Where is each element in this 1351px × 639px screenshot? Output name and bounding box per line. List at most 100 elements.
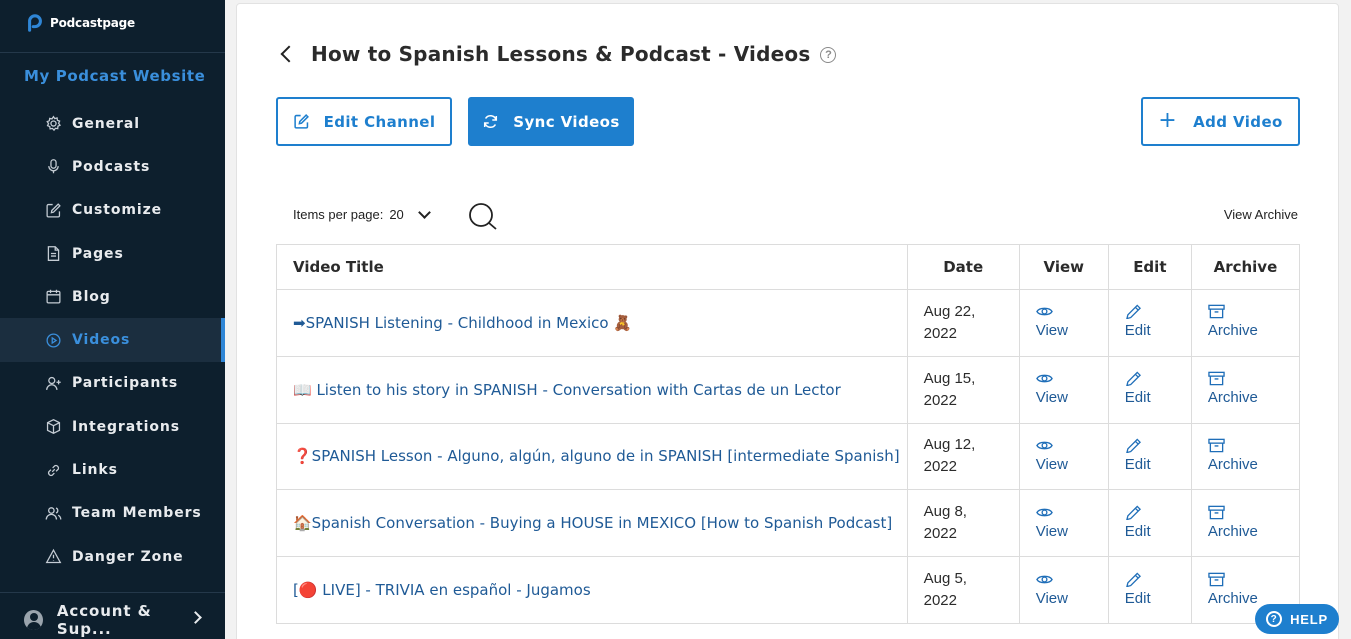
archive-box-icon [1208,371,1225,386]
sidebar-item-general[interactable]: General [0,102,225,145]
brand[interactable]: Podcastpage [26,13,135,33]
help-button[interactable]: ? HELP [1255,604,1339,634]
edit-action[interactable]: Edit [1125,572,1151,609]
edit-action[interactable]: Edit [1125,304,1151,341]
pencil-icon [1125,438,1141,453]
add-video-button[interactable]: + Add Video [1141,97,1300,146]
eye-icon [1035,508,1053,517]
edit-cell: Edit [1107,289,1192,357]
sync-icon [484,114,498,129]
items-per-page: Items per page: 20 [293,205,431,222]
date-cell: Aug 8, 2022 [906,489,1020,558]
edit-label: Edit [1124,522,1151,540]
date-year: 2022 [923,458,957,476]
video-title-cell: 📖 Listen to his story in SPANISH - Conve… [276,355,908,424]
sidebar-item-team-members[interactable]: Team Members [0,492,225,535]
help-question-icon[interactable]: ? [820,47,837,63]
view-action[interactable]: View [1036,572,1068,609]
sidebar-item-participants[interactable]: Participants [0,362,225,405]
video-title-link[interactable]: ❓SPANISH Lesson - Alguno, algún, alguno … [293,447,900,465]
sidebar-item-podcasts[interactable]: Podcasts [0,145,225,188]
archive-action[interactable]: Archive [1208,572,1258,609]
sync-videos-label: Sync Videos [513,112,620,131]
archive-action[interactable]: Archive [1208,438,1258,475]
help-label: HELP [1290,611,1328,627]
edit-action[interactable]: Edit [1125,371,1151,408]
column-header-edit: Edit [1107,244,1192,290]
avatar [24,610,43,630]
view-action[interactable]: View [1036,304,1068,341]
archive-label: Archive [1207,455,1258,473]
archive-cell: Archive [1190,422,1301,491]
main-card: How to Spanish Lessons & Podcast - Video… [236,3,1339,639]
video-title-link[interactable]: ➡SPANISH Listening - Childhood in Mexico… [293,314,632,332]
table-row: ❓SPANISH Lesson - Alguno, algún, alguno … [276,422,1301,491]
sidebar-item-videos[interactable]: Videos [0,318,225,363]
sidebar-item-pages[interactable]: Pages [0,232,225,275]
sidebar-item-links[interactable]: Links [0,448,225,491]
view-label: View [1035,589,1068,607]
plus-icon: + [1158,108,1178,133]
pencil-icon [1125,304,1141,320]
site-title[interactable]: My Podcast Website [24,67,205,85]
video-title-cell: ❓SPANISH Lesson - Alguno, algún, alguno … [276,422,908,491]
archive-action[interactable]: Archive [1208,304,1258,341]
chevron-down-icon[interactable] [417,205,431,219]
date-cell: Aug 5, 2022 [906,556,1020,624]
account-support-menu[interactable]: Account & Sup... [24,602,204,638]
sidebar-item-danger-zone[interactable]: Danger Zone [0,535,225,578]
archive-cell: Archive [1190,489,1301,558]
archive-box-icon [1208,305,1225,319]
archive-action[interactable]: Archive [1208,371,1258,408]
date-cell: Aug 12, 2022 [906,422,1020,491]
date-cell: Aug 15, 2022 [906,355,1020,424]
video-title-link[interactable]: [🔴 LIVE] - TRIVIA en español - Jugamos [293,581,591,599]
warning-icon [44,548,62,566]
video-title-cell: ➡SPANISH Listening - Childhood in Mexico… [276,289,908,357]
date-cell: Aug 22, 2022 [906,289,1020,357]
search-icon[interactable] [467,201,499,233]
eye-icon [1035,308,1053,316]
date-year: 2022 [923,525,957,543]
sidebar-item-blog[interactable]: Blog [0,275,225,318]
view-cell: View [1018,489,1109,558]
video-title-link[interactable]: 📖 Listen to his story in SPANISH - Conve… [293,381,841,399]
edit-action[interactable]: Edit [1125,438,1151,475]
edit-action[interactable]: Edit [1125,505,1151,542]
view-label: View [1035,322,1068,340]
page-title: How to Spanish Lessons & Podcast - Video… [311,42,811,66]
items-per-page-select[interactable]: 20 [389,207,403,222]
view-archive-link[interactable]: View Archive [1224,207,1298,222]
sidebar-item-label: General [72,115,140,132]
view-cell: View [1018,289,1109,357]
link-icon [44,461,62,479]
podcastpage-logo-icon [28,14,42,32]
sidebar-item-label: Links [72,462,118,479]
sidebar-item-customize[interactable]: Customize [0,189,225,232]
back-arrow-icon[interactable] [280,45,298,63]
edit-channel-label: Edit Channel [323,112,436,131]
video-title-link[interactable]: 🏠Spanish Conversation - Buying a HOUSE i… [293,514,892,532]
archive-box-icon [1208,505,1225,520]
view-action[interactable]: View [1036,505,1068,542]
archive-action[interactable]: Archive [1208,505,1258,542]
edit-label: Edit [1124,389,1151,407]
date-line: Aug 22, [923,302,976,320]
edit-channel-button[interactable]: Edit Channel [276,97,452,146]
edit-square-icon [293,114,309,129]
column-header-archive: Archive [1190,244,1301,290]
column-header-date: Date [906,244,1020,290]
sidebar-item-integrations[interactable]: Integrations [0,405,225,448]
view-cell: View [1018,556,1109,624]
view-action[interactable]: View [1036,438,1068,475]
play-circle-icon [44,331,62,349]
help-circle-icon: ? [1266,611,1283,627]
eye-icon [1035,575,1053,583]
sync-videos-button[interactable]: Sync Videos [468,97,634,146]
archive-box-icon [1208,438,1225,453]
sidebar-item-label: Videos [72,332,131,349]
sidebar-item-label: Participants [72,375,179,392]
sidebar-item-label: Podcasts [72,158,151,175]
column-header-title: Video Title [276,244,908,290]
view-action[interactable]: View [1036,371,1068,408]
